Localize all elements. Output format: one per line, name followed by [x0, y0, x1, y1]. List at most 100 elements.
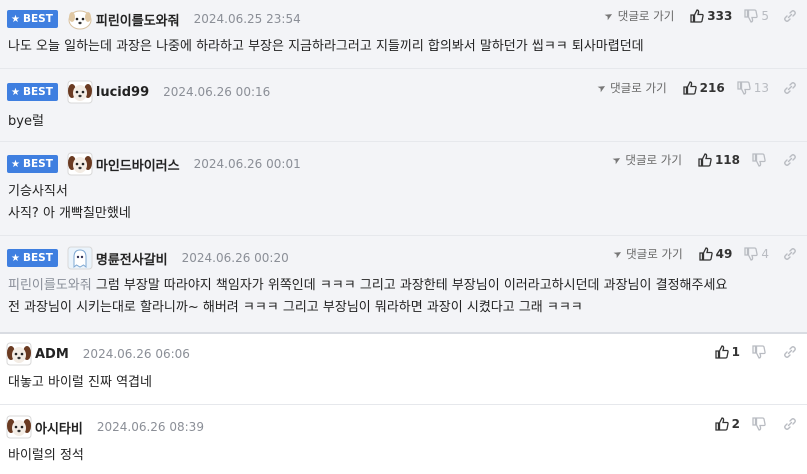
nickname[interactable]: 아시타비	[35, 418, 83, 437]
dislike-button[interactable]	[752, 417, 769, 431]
like-count: 2	[731, 417, 740, 431]
star-icon: ★	[11, 86, 20, 98]
go-to-reply-link[interactable]: ➤ 댓글로 가기	[611, 246, 683, 262]
thumbs-up-icon	[698, 153, 712, 167]
best-badge: ★ BEST	[7, 10, 58, 28]
star-icon: ★	[11, 252, 20, 264]
avatar[interactable]	[6, 415, 32, 439]
nickname[interactable]: lucid99	[96, 85, 149, 100]
dog-avatar-icon	[6, 415, 32, 439]
go-to-reply-link[interactable]: ➤ 댓글로 가기	[595, 80, 667, 96]
dislike-button[interactable]: 4	[744, 247, 769, 261]
nickname[interactable]: 마인드바이러스	[96, 155, 180, 174]
dislike-button[interactable]: 13	[737, 81, 769, 95]
like-button[interactable]: 49	[699, 247, 733, 261]
dislike-button[interactable]	[752, 153, 769, 167]
comment-actions: 2	[714, 411, 797, 437]
dog-avatar-icon	[67, 152, 93, 176]
ghost-avatar-icon	[67, 246, 93, 270]
comment-date: 2024.06.26 06:06	[82, 347, 190, 361]
thumbs-down-icon	[744, 9, 759, 23]
like-button[interactable]: 2	[714, 417, 740, 431]
thumbs-down-icon	[752, 153, 766, 167]
link-icon	[784, 154, 796, 166]
comment-actions: 1	[714, 339, 797, 365]
comment-list: ★ BEST 피린이를도와줘 2024.06.25 23:54 ➤ 댓글로 가기 3…	[0, 0, 807, 474]
go-to-reply-link[interactable]: ➤ 댓글로 가기	[603, 8, 674, 24]
send-arrow-icon: ➤	[603, 9, 616, 23]
comment-actions: ➤ 댓글로 가기 118	[610, 147, 797, 173]
comment-item: ★ BEST lucid99 2024.06.26 00:16 ➤ 댓글로 가기 2…	[0, 69, 807, 142]
like-button[interactable]: 216	[683, 81, 725, 95]
thumbs-up-icon	[690, 9, 704, 23]
like-count: 49	[715, 247, 733, 261]
thumbs-down-icon	[737, 81, 751, 95]
comment-date: 2024.06.26 00:16	[163, 85, 271, 99]
star-icon: ★	[11, 13, 20, 25]
link-icon	[784, 82, 796, 94]
comment-body: 피린이를도와줘 그럼 부장말 따라야지 책임자가 위쪽인데 ㅋㅋㅋ 그리고 과장…	[8, 278, 728, 315]
nickname[interactable]: 피린이를도와줘	[96, 10, 180, 29]
comment-date: 2024.06.26 00:20	[181, 251, 289, 265]
share-button[interactable]	[783, 9, 797, 23]
like-button[interactable]: 118	[698, 153, 740, 167]
thumbs-down-icon	[752, 345, 766, 359]
thumbs-down-icon	[744, 247, 759, 261]
best-badge: ★ BEST	[7, 249, 58, 267]
thumbs-down-icon	[752, 417, 766, 431]
comment-body: bye럴	[8, 114, 44, 129]
comment-item: 아시타비 2024.06.26 08:39 2 바이럴의 정석	[0, 405, 807, 474]
comment-date: 2024.06.25 23:54	[193, 12, 301, 26]
send-arrow-icon: ➤	[595, 81, 609, 95]
dislike-count: 4	[761, 247, 769, 261]
avatar[interactable]	[67, 152, 93, 176]
comment-actions: ➤ 댓글로 가기 49 4	[611, 241, 797, 267]
avatar[interactable]	[67, 246, 93, 270]
link-icon	[784, 10, 796, 22]
dog-avatar-icon	[67, 80, 93, 104]
thumbs-up-icon	[699, 247, 713, 261]
avatar[interactable]	[6, 342, 32, 366]
comment-item: ★ BEST 마인드바이러스 2024.06.26 00:01 ➤ 댓글로 가기 1…	[0, 142, 807, 236]
star-icon: ★	[11, 158, 20, 170]
send-arrow-icon: ➤	[610, 153, 624, 167]
comment-body: 기승사직서 사직? 아 개빡칠만했네	[8, 184, 131, 221]
mention-link[interactable]: 피린이를도와줘	[8, 278, 92, 293]
comment-body: 대놓고 바이럴 진짜 역겹네	[8, 375, 152, 390]
like-count: 216	[699, 81, 725, 95]
comment-date: 2024.06.26 00:01	[193, 157, 301, 171]
dog-avatar-icon	[68, 10, 92, 30]
send-arrow-icon: ➤	[611, 247, 625, 261]
dislike-button[interactable]	[752, 345, 769, 359]
link-icon	[784, 248, 796, 260]
share-button[interactable]	[783, 153, 797, 167]
dislike-button[interactable]: 5	[744, 9, 769, 23]
like-button[interactable]: 1	[714, 345, 740, 359]
link-icon	[784, 346, 796, 358]
comment-header: ADM 2024.06.26 06:06	[6, 341, 807, 367]
like-count: 1	[731, 345, 740, 359]
avatar[interactable]	[67, 7, 93, 31]
go-to-reply-link[interactable]: ➤ 댓글로 가기	[610, 152, 682, 168]
best-badge: ★ BEST	[7, 83, 58, 101]
share-button[interactable]	[783, 417, 797, 431]
like-button[interactable]: 333	[690, 9, 732, 23]
comment-body: 나도 오늘 일하는데 과장은 나중에 하라하고 부장은 지금하라그러고 지들끼리…	[8, 39, 644, 54]
comment-date: 2024.06.26 08:39	[96, 420, 204, 434]
thumbs-up-icon	[714, 345, 729, 359]
share-button[interactable]	[783, 247, 797, 261]
dog-avatar-icon	[6, 342, 32, 366]
avatar[interactable]	[67, 80, 93, 104]
comment-body: 바이럴의 정석	[8, 448, 84, 463]
link-icon	[784, 418, 796, 430]
share-button[interactable]	[783, 345, 797, 359]
nickname[interactable]: ADM	[35, 347, 69, 362]
comment-actions: ➤ 댓글로 가기 333 5	[603, 3, 797, 29]
nickname[interactable]: 명륜전사갈비	[96, 249, 168, 268]
dislike-count: 13	[753, 81, 769, 95]
share-button[interactable]	[783, 81, 797, 95]
comment-header: 아시타비 2024.06.26 08:39	[6, 414, 807, 440]
thumbs-up-icon	[683, 81, 697, 95]
dislike-count: 5	[761, 9, 769, 23]
comment-actions: ➤ 댓글로 가기 216 13	[595, 75, 797, 101]
